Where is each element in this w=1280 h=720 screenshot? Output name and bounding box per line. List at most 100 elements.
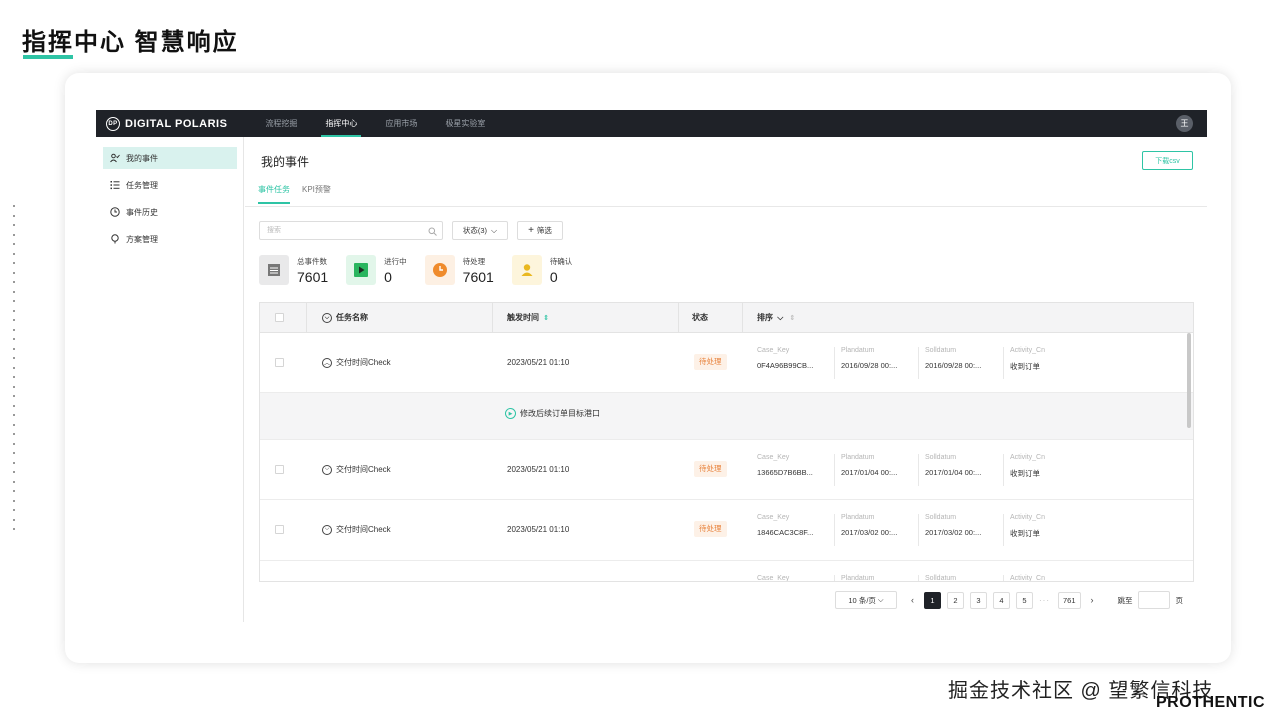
decoration-dot (13, 205, 15, 207)
decoration-dot (13, 366, 15, 369)
nav-item-app-market[interactable]: 应用市场 (371, 110, 431, 137)
tab-kpi-alerts[interactable]: KPI预警 (302, 184, 331, 204)
table-row[interactable]: ⌵ 交付时间Check 2023/05/21 01:10 待处理 Case_Ke… (260, 500, 1193, 561)
field-key: Plandatum (841, 454, 875, 461)
decoration-dot (13, 347, 15, 350)
field-key: Activity_Cn (1010, 347, 1046, 354)
logo-mark-icon: DP (106, 116, 120, 131)
field-key: Activity_Cn (1010, 454, 1046, 461)
search-input[interactable]: 搜索 (259, 221, 443, 240)
page-size-select[interactable]: 10 条/页 ⌵ (835, 591, 897, 609)
status-filter-dropdown[interactable]: 状态(3) ⌵ (452, 221, 508, 240)
stat-to-confirm: 待确认 0 (511, 255, 572, 285)
sort-icon[interactable]: ⇕ (790, 315, 796, 322)
page-button-4[interactable]: 4 (993, 591, 1010, 609)
chevron-down-icon: ⌵ (877, 595, 884, 604)
row-checkbox[interactable] (275, 358, 284, 367)
field-separator (1003, 514, 1004, 546)
page-button-1[interactable]: 1 (924, 591, 941, 609)
stat-label: 进行中 (384, 256, 407, 266)
sort-icon[interactable]: ⇕ (543, 315, 549, 322)
decoration-dot (13, 338, 15, 340)
page-button-5[interactable]: 5 (1016, 591, 1033, 609)
decoration-dot (13, 499, 15, 502)
page-button-2[interactable]: 2 (947, 591, 964, 609)
table-row[interactable]: ︿ 交付时间Check 2023/05/21 01:10 待处理 Case_Ke… (260, 333, 1193, 393)
field-value: 收到订单 (1010, 362, 1040, 371)
field-activity: Activity_Cn 收到订单 (1003, 454, 1090, 486)
page-button-3[interactable]: 3 (970, 591, 987, 609)
add-filter-button[interactable]: + 筛选 (517, 221, 563, 240)
field-separator (1003, 575, 1004, 581)
field-solldatum: Solldatum 2016/09/28 00:... (918, 347, 1005, 379)
field-value: 收到订单 (1010, 469, 1040, 478)
user-avatar[interactable]: 王 (1176, 115, 1193, 132)
decoration-dot (13, 461, 15, 464)
table-row[interactable]: Case_Key Plandatum Solldatum Activity_Cn (260, 561, 1193, 582)
page-title: 我的事件 (261, 155, 310, 169)
list-icon (110, 180, 120, 190)
top-navbar: DP DIGITAL POLARIS 流程挖掘 指挥中心 应用市场 极星实验室 … (96, 110, 1207, 137)
search-icon (428, 225, 437, 242)
decoration-dot (13, 395, 15, 397)
field-separator (918, 514, 919, 546)
page-button-last[interactable]: 761 (1058, 591, 1081, 609)
header-sort[interactable]: 排序 ⌵ ⇕ (757, 303, 795, 333)
table-scrollbar[interactable] (1187, 333, 1191, 428)
chevron-down-icon[interactable]: ⌵ (322, 524, 332, 535)
nav-item-lab[interactable]: 极星实验室 (431, 110, 499, 137)
decoration-dot (13, 224, 15, 226)
field-key: Case_Key (757, 575, 790, 582)
app-logo[interactable]: DP DIGITAL POLARIS (106, 116, 227, 131)
collapse-all-icon[interactable]: ⌵ (322, 313, 332, 323)
prev-page-icon[interactable]: ‹ (911, 595, 914, 605)
tab-divider (245, 206, 1207, 207)
sidebar-item-task-management[interactable]: 任务管理 (103, 174, 237, 196)
header-divider (742, 303, 743, 333)
header-status: 状态 (692, 313, 708, 322)
field-activity: Activity_Cn 收到订单 (1003, 514, 1090, 546)
next-page-icon[interactable]: › (1091, 595, 1094, 605)
sidebar-item-plan-management[interactable]: 方案管理 (103, 228, 237, 250)
header-trigger-time[interactable]: 触发时间 ⇕ (507, 303, 549, 333)
field-value: 2017/03/02 00:... (841, 528, 898, 537)
user-task-icon (110, 153, 120, 163)
decoration-dot (13, 243, 15, 245)
field-key: Solldatum (925, 575, 957, 582)
search-placeholder: 搜索 (267, 227, 281, 234)
sidebar-item-my-events[interactable]: 我的事件 (103, 147, 237, 169)
task-name-cell: ⌵ 交付时间Check (322, 524, 391, 535)
row-checkbox[interactable] (275, 465, 284, 474)
tab-event-tasks[interactable]: 事件任务 (258, 184, 290, 204)
jump-page-input[interactable] (1137, 591, 1170, 609)
decoration-dot (13, 271, 15, 274)
field-solldatum: Solldatum 2017/03/02 00:... (918, 514, 1005, 546)
header-task-name[interactable]: ⌵ 任务名称 (322, 303, 368, 333)
stat-value: 0 (384, 268, 392, 285)
field-value: 1846CAC3C8F... (757, 528, 814, 537)
field-key: Case_Key (757, 454, 790, 461)
stats-bar: 总事件数 7601 进行中 0 待处理 7601 待确认 0 (259, 255, 590, 285)
clock-icon (424, 255, 455, 285)
chevron-down-icon[interactable]: ⌵ (322, 464, 332, 475)
row-checkbox[interactable] (275, 525, 284, 534)
sidebar-item-event-history[interactable]: 事件历史 (103, 201, 237, 223)
page-suffix: 页 (1175, 595, 1184, 605)
trigger-time: 2023/05/21 01:10 (507, 525, 570, 534)
page-ellipsis[interactable]: ··· (1039, 596, 1050, 605)
plus-icon: + (528, 225, 534, 236)
field-value: 2017/01/04 00:... (841, 468, 898, 477)
chevron-up-icon[interactable]: ︿ (322, 357, 332, 368)
field-key: Solldatum (925, 347, 957, 354)
table-row[interactable]: ⌵ 交付时间Check 2023/05/21 01:10 待处理 Case_Ke… (260, 440, 1193, 500)
decoration-dot (13, 309, 15, 312)
decoration-dot (13, 385, 15, 388)
download-csv-button[interactable]: 下载csv (1142, 151, 1193, 170)
status-badge: 待处理 (694, 521, 727, 537)
expanded-action[interactable]: ▶ 修改后续订单目标港口 (505, 408, 600, 419)
field-key: Activity_Cn (1010, 514, 1046, 521)
decoration-dot (13, 300, 15, 302)
select-all-checkbox[interactable] (275, 313, 284, 322)
nav-item-command-center[interactable]: 指挥中心 (311, 110, 371, 137)
nav-item-process-mining[interactable]: 流程挖掘 (251, 110, 311, 137)
